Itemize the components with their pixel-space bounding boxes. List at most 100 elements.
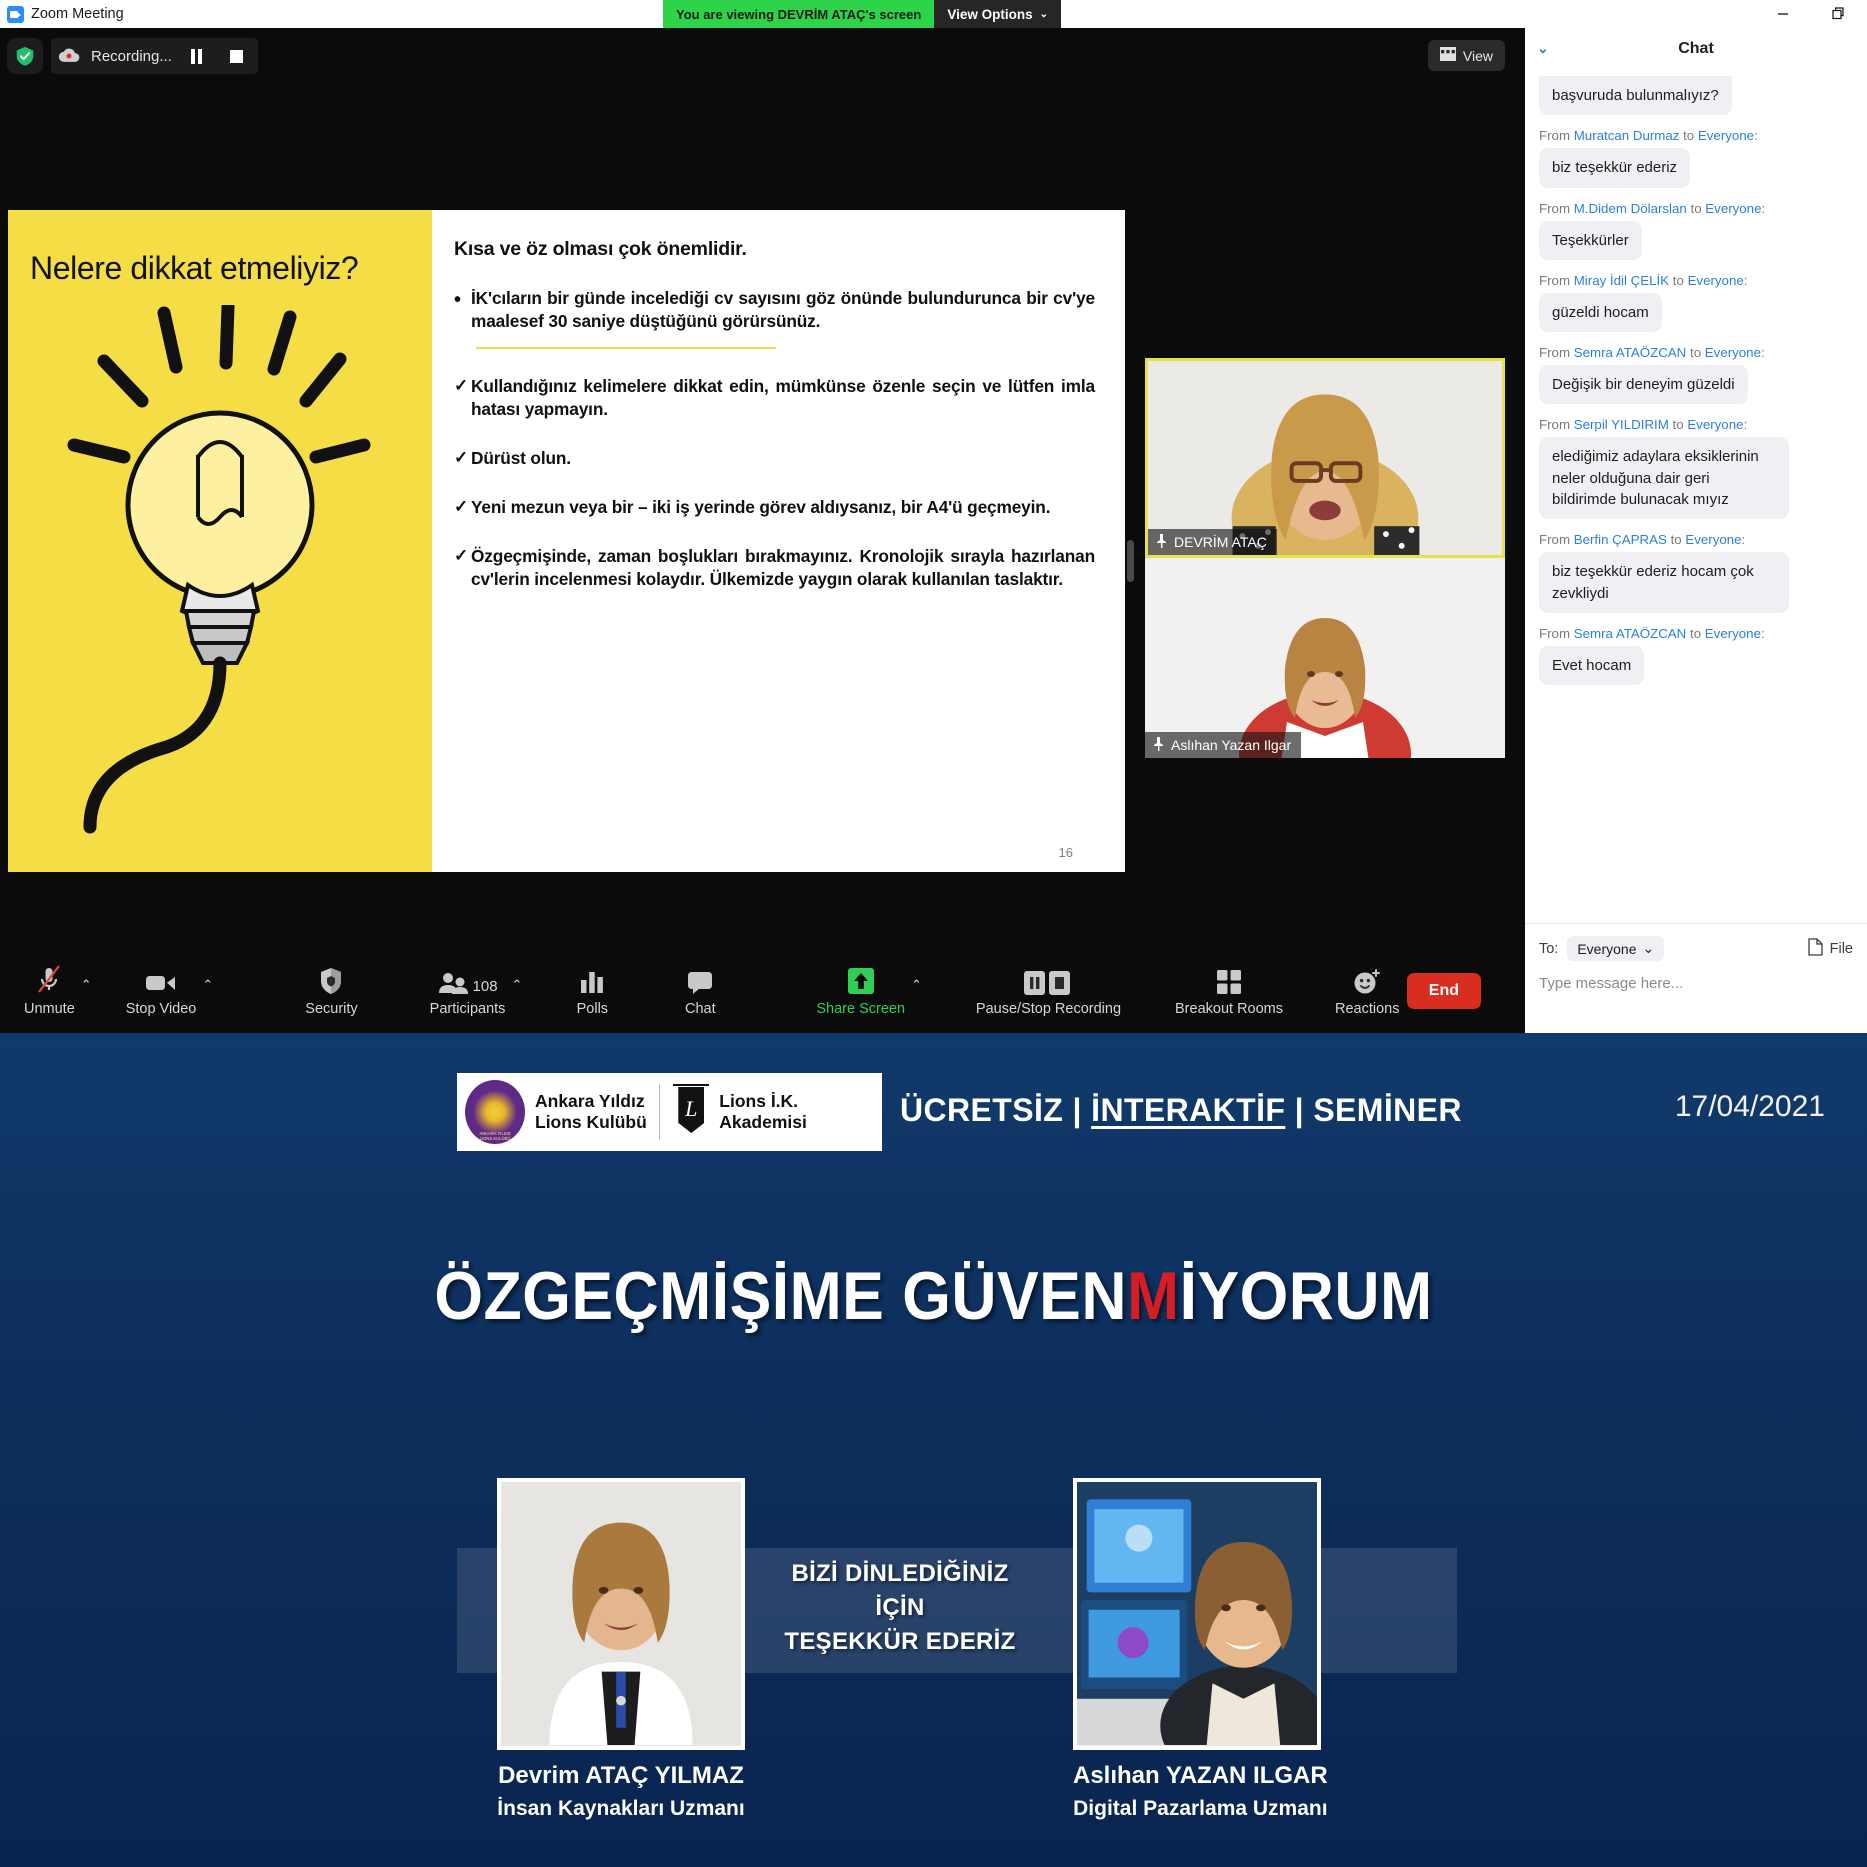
bullet-text: Kullandığınız kelimelere dikkat edin, mü… (471, 376, 1095, 419)
bullet-text: Yeni mezun veya bir – iki iş yerinde gör… (471, 497, 1051, 517)
view-options-button[interactable]: View Options ⌄ (934, 0, 1061, 28)
tagline-sep: | (1294, 1092, 1305, 1128)
chat-message-header: From Muratcan Durmaz to Everyone: (1539, 128, 1758, 144)
participants-chevron-icon[interactable]: ⌃ (511, 977, 522, 993)
recording-controls: Recording... (7, 38, 258, 74)
chat-recipient: Everyone (1685, 532, 1742, 548)
video-tile-participant[interactable]: Aslıhan Yazan Ilgar (1145, 558, 1505, 758)
speaker-portrait-devrim (501, 1482, 741, 1746)
title-part1: ÖZGEÇMİŞİME GÜVEN (434, 1258, 1127, 1334)
chat-bubble: Evet hocam (1539, 645, 1645, 686)
bullet-marker: • (454, 289, 462, 311)
share-screen-button[interactable]: Share Screen (810, 965, 911, 1017)
presentation-title: ÖZGEÇMİŞİME GÜVENMİYORUM (75, 1257, 1793, 1335)
lightbulb-illustration (67, 305, 371, 834)
security-shield-button[interactable] (7, 38, 43, 74)
reactions-button[interactable]: Reactions (1329, 965, 1405, 1017)
chat-message-header: From Miray İdil ÇELİK to Everyone: (1539, 272, 1748, 288)
video-options-chevron-icon[interactable]: ⌃ (202, 977, 213, 993)
chat-recipient: Everyone (1687, 417, 1744, 433)
polls-button[interactable]: Polls (562, 965, 622, 1017)
chat-sender[interactable]: Serpil YILDIRIM (1574, 417, 1669, 432)
chat-bubble: Değişik bir deneyim güzeldi (1539, 365, 1748, 405)
chat-message: From Muratcan Durmaz to Everyone: biz te… (1539, 128, 1853, 188)
chevron-down-icon[interactable]: ⌄ (1537, 40, 1549, 57)
organization-logo-banner: ANKARA YILDIZ LIONS KULÜBÜ Ankara Yıldız … (457, 1073, 882, 1151)
bullet-text: İK'cıların bir günde incelediği cv sayıs… (471, 288, 1095, 331)
from-prefix: From (1539, 272, 1571, 288)
security-button[interactable]: Security (299, 965, 363, 1017)
video-tile-active-speaker[interactable]: DEVRİM ATAÇ (1145, 358, 1505, 558)
title-part2: İYORUM (1179, 1258, 1433, 1334)
chat-sender[interactable]: Muratcan Durmaz (1574, 128, 1680, 143)
chat-bubble: elediğimiz adaylara eksiklerinin neler o… (1539, 437, 1789, 520)
pin-icon (1153, 736, 1164, 754)
chat-button[interactable]: Chat (670, 965, 730, 1017)
recording-pill: Recording... (51, 38, 258, 74)
chat-message-header: From Serpil YILDIRIM to Everyone: (1539, 417, 1748, 433)
to-prefix: to (1690, 200, 1702, 216)
pause-recording-button[interactable] (182, 38, 212, 74)
window-title: Zoom Meeting (31, 6, 124, 22)
minimize-button[interactable] (1755, 0, 1811, 28)
pause-stop-recording-button[interactable]: Pause/Stop Recording (970, 965, 1127, 1017)
check-marker: ✓ (454, 497, 469, 516)
share-options-chevron-icon[interactable]: ⌃ (911, 977, 922, 993)
speaker-role: İnsan Kaynakları Uzmanı (497, 1797, 745, 1820)
send-file-button[interactable]: File (1807, 937, 1853, 960)
chat-sender[interactable]: M.Didem Dölarslan (1574, 201, 1687, 216)
chat-sender[interactable]: Semra ATAÖZCAN (1574, 345, 1687, 360)
end-meeting-button[interactable]: End (1406, 973, 1481, 1009)
audio-options-chevron-icon[interactable]: ⌃ (81, 977, 92, 993)
shield-icon (319, 965, 343, 995)
lions-pennant-icon: L (672, 1080, 710, 1144)
shared-screen-slide: Nelere dikkat etmeliyiz? Kısa ve öz olma… (8, 210, 1125, 872)
chat-message: From Semra ATAÖZCAN to Everyone: Değişik… (1539, 345, 1853, 405)
bar-chart-icon (579, 965, 605, 995)
participants-label: Participants (429, 1001, 506, 1017)
chat-sender[interactable]: Semra ATAÖZCAN (1574, 626, 1687, 641)
participants-button[interactable]: 108 Participants (424, 965, 512, 1017)
slide-divider (476, 347, 776, 349)
slide-left-panel: Nelere dikkat etmeliyiz? (8, 210, 432, 872)
recording-label: Recording... (91, 47, 172, 65)
cloud-recording-icon (57, 44, 81, 68)
chat-bubble: Teşekkürler (1539, 220, 1642, 260)
view-layout-button[interactable]: View (1427, 40, 1505, 71)
slide-bullet: ✓ Özgeçmişinde, zaman boşlukları bırakma… (454, 545, 1095, 591)
from-prefix: From (1539, 417, 1571, 433)
viewing-screen-label: You are viewing DEVRİM ATAÇ's screen (663, 0, 935, 28)
video-thumbnail-strip: DEVRİM ATAÇ Aslıhan Yazan Ilgar (1145, 358, 1505, 758)
org-name-ankara: Ankara Yıldız Lions Kulübü (535, 1091, 647, 1134)
chat-recipient: Everyone (1704, 345, 1761, 361)
unmute-label: Unmute (24, 1001, 75, 1017)
view-button-label: View (1462, 47, 1493, 64)
presentation-closing-slide (0, 1033, 1867, 1867)
speaker-photo (497, 1478, 745, 1750)
participant-name-badge: Aslıhan Yazan Ilgar (1145, 732, 1302, 758)
breakout-rooms-label: Breakout Rooms (1175, 1001, 1284, 1017)
zoom-logo-icon (7, 5, 24, 23)
stop-video-button[interactable]: Stop Video (120, 965, 203, 1017)
screen-share-banner: You are viewing DEVRİM ATAÇ's screen Vie… (663, 0, 1061, 28)
chat-recipient-row: To: Everyone ⌄ File (1539, 936, 1853, 961)
chat-sender[interactable]: Miray İdil ÇELİK (1574, 273, 1669, 288)
slide-bullet: ✓ Kullandığınız kelimelere dikkat edin, … (454, 375, 1095, 421)
stop-recording-button[interactable] (222, 38, 252, 74)
chat-recipient-select[interactable]: Everyone ⌄ (1567, 936, 1665, 961)
check-marker: ✓ (454, 546, 469, 565)
slide-scrollbar[interactable] (1127, 540, 1134, 582)
breakout-rooms-button[interactable]: Breakout Rooms (1169, 965, 1289, 1017)
chat-message-list[interactable]: başvuruda bulunmalıyız? From Muratcan Du… (1525, 70, 1867, 923)
slide-bullet: ✓ Yeni mezun veya bir – iki iş yerinde g… (454, 496, 1095, 519)
chat-bubble: güzeldi hocam (1539, 292, 1662, 333)
unmute-button[interactable]: Unmute (18, 965, 81, 1017)
tagline-seminar: SEMİNER (1313, 1092, 1462, 1128)
check-marker: ✓ (454, 376, 469, 395)
chat-sender[interactable]: Berfin ÇAPRAS (1574, 532, 1667, 547)
slide-page-number: 16 (1058, 845, 1073, 860)
lions-club-badge-icon: ANKARA YILDIZ LIONS KULÜBÜ (465, 1080, 525, 1144)
restore-button[interactable] (1811, 0, 1867, 28)
chat-message-input[interactable]: Type message here... (1539, 975, 1853, 992)
chat-message: From Berfin ÇAPRAS to Everyone: biz teşe… (1539, 532, 1853, 613)
